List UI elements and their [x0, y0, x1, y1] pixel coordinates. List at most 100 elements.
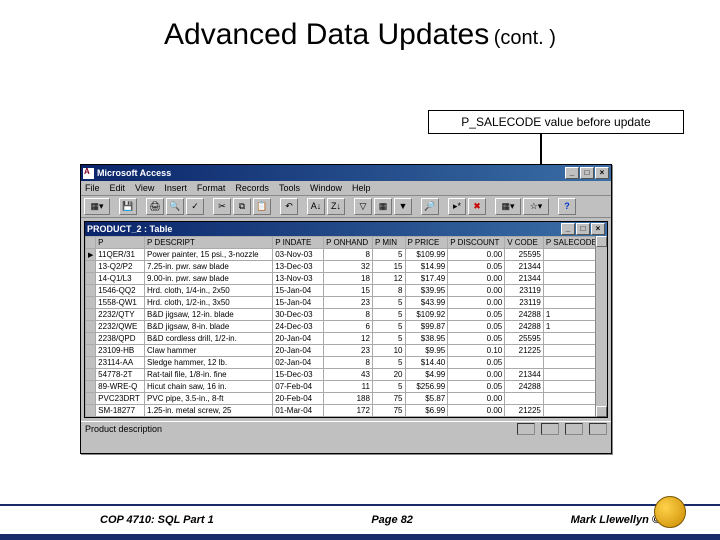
cell[interactable]: 2238/QPD: [96, 333, 145, 345]
close-button[interactable]: ×: [595, 167, 609, 179]
menu-records[interactable]: Records: [235, 183, 269, 193]
row-selector[interactable]: [86, 381, 96, 393]
row-selector[interactable]: [86, 345, 96, 357]
cell[interactable]: 11: [324, 381, 373, 393]
menu-edit[interactable]: Edit: [110, 183, 126, 193]
cell[interactable]: 172: [324, 405, 373, 417]
scroll-up-icon[interactable]: [596, 236, 607, 247]
cell[interactable]: 5: [372, 297, 405, 309]
cell[interactable]: 23114-AA: [96, 357, 145, 369]
table-row[interactable]: 2238/QPDB&D cordless drill, 1/2-in.20-Ja…: [86, 333, 607, 345]
cell[interactable]: $43.99: [405, 297, 448, 309]
filter-selection-button[interactable]: ▽: [354, 198, 372, 215]
maximize-button[interactable]: □: [580, 167, 594, 179]
cell[interactable]: 0.00: [448, 285, 505, 297]
cell[interactable]: $14.40: [405, 357, 448, 369]
row-selector[interactable]: [86, 249, 96, 261]
cell[interactable]: 5: [372, 321, 405, 333]
cell[interactable]: $38.95: [405, 333, 448, 345]
print-preview-button[interactable]: 🔍: [166, 198, 184, 215]
row-selector[interactable]: [86, 405, 96, 417]
table-row[interactable]: 11QER/31Power painter, 15 psi., 3-nozzle…: [86, 249, 607, 261]
cell[interactable]: 0.00: [448, 273, 505, 285]
cell[interactable]: $99.87: [405, 321, 448, 333]
cell[interactable]: Claw hammer: [145, 345, 273, 357]
cell[interactable]: 21344: [505, 273, 544, 285]
sort-desc-button[interactable]: Z↓: [327, 198, 345, 215]
cell[interactable]: 23109-HB: [96, 345, 145, 357]
cell[interactable]: [505, 393, 544, 405]
col-p-indate[interactable]: P INDATE: [273, 237, 324, 249]
table-row[interactable]: 1558-QW1Hrd. cloth, 1/2-in., 3x5015-Jan-…: [86, 297, 607, 309]
cell[interactable]: 12: [324, 333, 373, 345]
menu-window[interactable]: Window: [310, 183, 342, 193]
cell[interactable]: 13-Nov-03: [273, 273, 324, 285]
table-row[interactable]: 13-Q2/P27.25-in. pwr. saw blade13-Dec-03…: [86, 261, 607, 273]
table-row[interactable]: 54778-2TRat-tail file, 1/8-in. fine15-De…: [86, 369, 607, 381]
cell[interactable]: 03-Nov-03: [273, 249, 324, 261]
cell[interactable]: 2232/QWE: [96, 321, 145, 333]
cell[interactable]: $109.92: [405, 309, 448, 321]
cell[interactable]: 15: [372, 261, 405, 273]
cell[interactable]: 24288: [505, 309, 544, 321]
cell[interactable]: Hrd. cloth, 1/2-in., 3x50: [145, 297, 273, 309]
row-selector[interactable]: [86, 297, 96, 309]
col-p-code[interactable]: P: [96, 237, 145, 249]
cell[interactable]: $109.99: [405, 249, 448, 261]
cell[interactable]: 07-Feb-04: [273, 381, 324, 393]
menu-view[interactable]: View: [135, 183, 154, 193]
col-p-discount[interactable]: P DISCOUNT: [448, 237, 505, 249]
filter-form-button[interactable]: ▦: [374, 198, 392, 215]
row-selector[interactable]: [86, 333, 96, 345]
copy-button[interactable]: ⧉: [233, 198, 251, 215]
cell[interactable]: Power painter, 15 psi., 3-nozzle: [145, 249, 273, 261]
help-button[interactable]: ?: [558, 198, 576, 215]
scroll-down-icon[interactable]: [596, 406, 607, 417]
cell[interactable]: 25595: [505, 249, 544, 261]
cell[interactable]: 0.00: [448, 405, 505, 417]
cell[interactable]: 8: [372, 285, 405, 297]
print-button[interactable]: 🖨: [146, 198, 164, 215]
cell[interactable]: 21344: [505, 261, 544, 273]
table-row[interactable]: 14-Q1/L39.00-in. pwr. saw blade13-Nov-03…: [86, 273, 607, 285]
cell[interactable]: $6.99: [405, 405, 448, 417]
cell[interactable]: 0.05: [448, 261, 505, 273]
menu-insert[interactable]: Insert: [164, 183, 187, 193]
cell[interactable]: 15-Jan-04: [273, 297, 324, 309]
menu-file[interactable]: File: [85, 183, 100, 193]
cell[interactable]: 75: [372, 405, 405, 417]
cell[interactable]: 188: [324, 393, 373, 405]
cell[interactable]: 75: [372, 393, 405, 405]
cell[interactable]: $9.95: [405, 345, 448, 357]
cell[interactable]: Hrd. cloth, 1/4-in., 2x50: [145, 285, 273, 297]
cell[interactable]: 15-Dec-03: [273, 369, 324, 381]
inner-minimize-button[interactable]: _: [561, 223, 575, 235]
inner-maximize-button[interactable]: □: [576, 223, 590, 235]
cell[interactable]: $39.95: [405, 285, 448, 297]
cell[interactable]: Hicut chain saw, 16 in.: [145, 381, 273, 393]
cell[interactable]: 5: [372, 249, 405, 261]
menu-help[interactable]: Help: [352, 183, 371, 193]
table-row[interactable]: 89-WRE-QHicut chain saw, 16 in.07-Feb-04…: [86, 381, 607, 393]
cell[interactable]: 12: [372, 273, 405, 285]
cell[interactable]: 2232/QTY: [96, 309, 145, 321]
table-row[interactable]: 23109-HBClaw hammer20-Jan-042310$9.950.1…: [86, 345, 607, 357]
row-selector[interactable]: [86, 369, 96, 381]
cell[interactable]: 20-Jan-04: [273, 345, 324, 357]
cell[interactable]: 13-Q2/P2: [96, 261, 145, 273]
cell[interactable]: [505, 357, 544, 369]
table-row[interactable]: 2232/QWEB&D jigsaw, 8-in. blade24-Dec-03…: [86, 321, 607, 333]
cell[interactable]: 5: [372, 357, 405, 369]
table-row[interactable]: SM-182771.25-in. metal screw, 2501-Mar-0…: [86, 405, 607, 417]
cell[interactable]: 6: [324, 321, 373, 333]
cell[interactable]: $4.99: [405, 369, 448, 381]
cell[interactable]: 0.00: [448, 249, 505, 261]
cell[interactable]: 21344: [505, 369, 544, 381]
cut-button[interactable]: ✂: [213, 198, 231, 215]
new-record-button[interactable]: ▸*: [448, 198, 466, 215]
cell[interactable]: 18: [324, 273, 373, 285]
cell[interactable]: Sledge hammer, 12 lb.: [145, 357, 273, 369]
cell[interactable]: 20: [372, 369, 405, 381]
col-p-min[interactable]: P MIN: [372, 237, 405, 249]
cell[interactable]: $14.99: [405, 261, 448, 273]
